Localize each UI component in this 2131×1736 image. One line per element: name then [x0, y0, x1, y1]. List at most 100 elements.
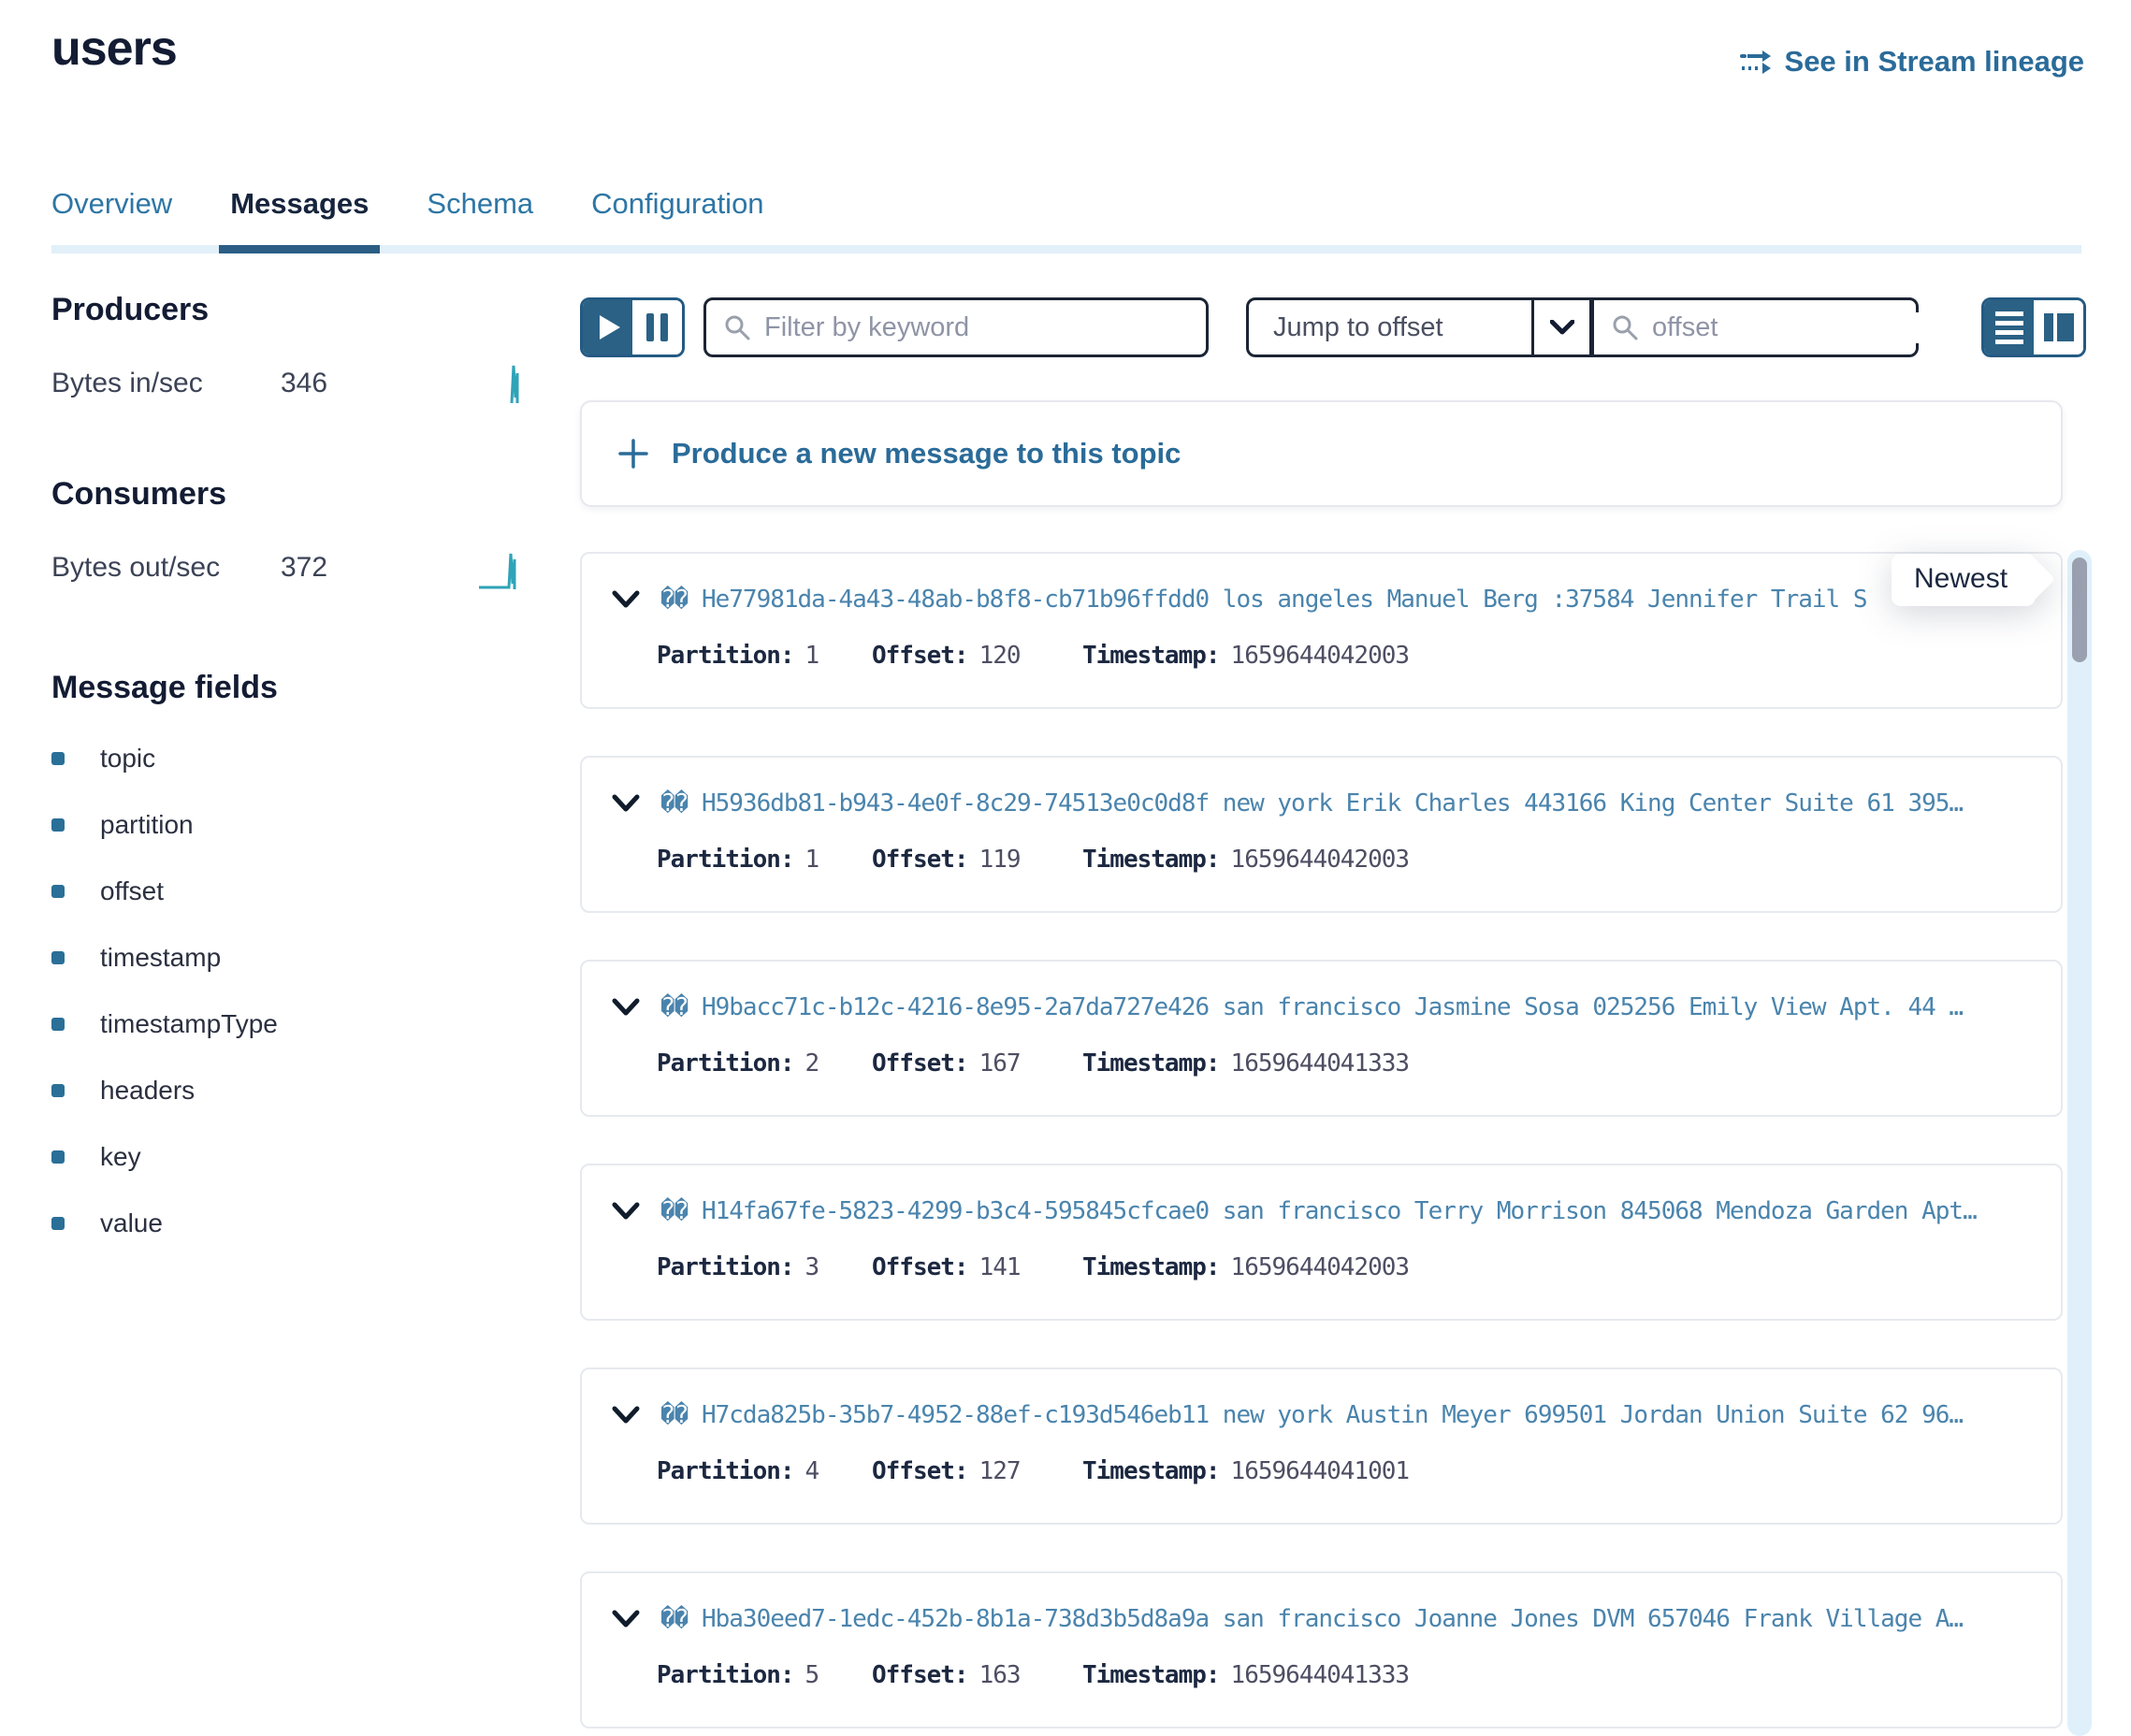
- message-key-value: �� He77981da-4a43-48ab-b8f8-cb71b96ffdd0…: [660, 586, 1867, 614]
- messages-scrollbar-track[interactable]: [2067, 550, 2092, 1736]
- field-bullet-icon: [51, 1084, 65, 1097]
- field-bullet-icon: [51, 1150, 65, 1164]
- field-label: partition: [100, 810, 194, 840]
- timestamp-label: Timestamp:: [1082, 1457, 1220, 1485]
- field-label: value: [100, 1208, 163, 1238]
- message-key-value: �� H14fa67fe-5823-4299-b3c4-595845cfcae0…: [660, 1197, 1977, 1225]
- timestamp-value: 1659644041001: [1231, 1457, 1410, 1485]
- play-icon: [600, 315, 620, 340]
- expand-chevron-icon[interactable]: [612, 1610, 640, 1628]
- message-row[interactable]: �� H14fa67fe-5823-4299-b3c4-595845cfcae0…: [580, 1164, 2063, 1321]
- consumers-sparkline: [477, 546, 522, 591]
- field-bullet-icon: [51, 818, 65, 832]
- jump-to-offset-select[interactable]: Jump to offset: [1246, 297, 1592, 357]
- chevron-down-icon: [1531, 300, 1589, 354]
- tab-schema[interactable]: Schema: [427, 187, 533, 221]
- partition-value: 1: [805, 846, 819, 874]
- tab-configuration[interactable]: Configuration: [591, 187, 763, 221]
- partition-value: 2: [805, 1049, 819, 1078]
- field-item-value[interactable]: value: [51, 1190, 547, 1256]
- message-row[interactable]: �� H7cda825b-35b7-4952-88ef-c193d546eb11…: [580, 1367, 2063, 1525]
- field-item-offset[interactable]: offset: [51, 858, 547, 924]
- timestamp-value: 1659644041333: [1231, 1049, 1410, 1078]
- expand-chevron-icon[interactable]: [612, 794, 640, 813]
- bytes-in-value: 346: [281, 368, 402, 399]
- pause-button[interactable]: [632, 300, 682, 354]
- stream-lineage-link[interactable]: See in Stream lineage: [1740, 45, 2084, 79]
- partition-label: Partition:: [657, 1457, 794, 1485]
- field-label: offset: [100, 876, 164, 906]
- message-row[interactable]: �� H5936db81-b943-4e0f-8c29-74513e0c0d8f…: [580, 756, 2063, 913]
- offset-value: 141: [979, 1253, 1021, 1281]
- field-item-headers[interactable]: headers: [51, 1057, 547, 1123]
- offset-value: 119: [979, 846, 1021, 874]
- field-item-timestamp[interactable]: timestamp: [51, 924, 547, 991]
- newest-tooltip: Newest: [1892, 554, 2036, 606]
- offset-value: 167: [979, 1049, 1021, 1078]
- expand-chevron-icon[interactable]: [612, 590, 640, 609]
- newest-tooltip-label: Newest: [1914, 563, 2008, 594]
- bytes-out-metric: Bytes out/sec 372: [51, 552, 547, 591]
- play-pause-toggle: [580, 297, 685, 357]
- partition-value: 1: [805, 642, 819, 670]
- messages-panel: Jump to offset: [580, 297, 2086, 1736]
- filter-input[interactable]: [764, 312, 1189, 343]
- timestamp-label: Timestamp:: [1082, 1049, 1220, 1078]
- offset-label: Offset:: [872, 846, 968, 874]
- field-bullet-icon: [51, 752, 65, 765]
- play-button[interactable]: [583, 300, 632, 354]
- message-row[interactable]: �� Hba30eed7-1edc-452b-8b1a-738d3b5d8a9a…: [580, 1571, 2063, 1729]
- offset-label: Offset:: [872, 1457, 968, 1485]
- offset-value: 120: [979, 642, 1021, 670]
- plus-icon: [617, 438, 649, 470]
- message-row[interactable]: �� H9bacc71c-b12c-4216-8e95-2a7da727e426…: [580, 960, 2063, 1117]
- expand-chevron-icon[interactable]: [612, 1202, 640, 1221]
- expand-chevron-icon[interactable]: [612, 1406, 640, 1425]
- bytes-in-metric: Bytes in/sec 346: [51, 368, 547, 405]
- message-key-value: �� H9bacc71c-b12c-4216-8e95-2a7da727e426…: [660, 993, 1963, 1021]
- lineage-link-label: See in Stream lineage: [1785, 45, 2084, 79]
- messages-scrollbar-thumb[interactable]: [2072, 557, 2087, 662]
- lineage-arrows-icon: [1740, 48, 1774, 76]
- search-icon: [1611, 313, 1639, 341]
- list-view-icon: [1995, 311, 2023, 344]
- timestamp-value: 1659644042003: [1231, 642, 1410, 670]
- message-fields-heading: Message fields: [51, 670, 547, 706]
- field-item-key[interactable]: key: [51, 1123, 547, 1190]
- offset-input[interactable]: [1652, 312, 2005, 343]
- field-item-timestampType[interactable]: timestampType: [51, 991, 547, 1057]
- timestamp-label: Timestamp:: [1082, 1253, 1220, 1281]
- produce-message-button[interactable]: Produce a new message to this topic: [580, 400, 2063, 507]
- offset-label: Offset:: [872, 642, 968, 670]
- tab-bar: Overview Messages Schema Configuration: [51, 187, 2081, 253]
- bytes-in-label: Bytes in/sec: [51, 368, 281, 399]
- message-key-value: �� Hba30eed7-1edc-452b-8b1a-738d3b5d8a9a…: [660, 1605, 1963, 1633]
- field-item-topic[interactable]: topic: [51, 725, 547, 791]
- partition-value: 4: [805, 1457, 819, 1485]
- search-icon: [723, 313, 751, 341]
- timestamp-label: Timestamp:: [1082, 642, 1220, 670]
- bytes-out-label: Bytes out/sec: [51, 552, 281, 584]
- split-view-button[interactable]: [2034, 300, 2083, 354]
- message-row[interactable]: �� He77981da-4a43-48ab-b8f8-cb71b96ffdd0…: [580, 552, 2063, 709]
- pause-icon: [646, 313, 668, 341]
- bytes-out-value: 372: [281, 552, 402, 584]
- topic-stats-sidebar: Producers Bytes in/sec 346 Consumers Byt…: [51, 292, 547, 1256]
- timestamp-value: 1659644041333: [1231, 1661, 1410, 1689]
- field-item-partition[interactable]: partition: [51, 791, 547, 858]
- list-view-button[interactable]: [1984, 300, 2034, 354]
- offset-label: Offset:: [872, 1253, 968, 1281]
- field-label: timestampType: [100, 1009, 278, 1039]
- message-key-value: �� H7cda825b-35b7-4952-88ef-c193d546eb11…: [660, 1401, 1963, 1429]
- tab-messages[interactable]: Messages: [230, 187, 369, 221]
- partition-value: 3: [805, 1253, 819, 1281]
- consumers-heading: Consumers: [51, 476, 547, 513]
- tab-overview[interactable]: Overview: [51, 187, 172, 221]
- timestamp-value: 1659644042003: [1231, 1253, 1410, 1281]
- produce-message-label: Produce a new message to this topic: [672, 437, 1181, 470]
- partition-label: Partition:: [657, 1661, 794, 1689]
- field-bullet-icon: [51, 1018, 65, 1031]
- field-bullet-icon: [51, 1217, 65, 1230]
- expand-chevron-icon[interactable]: [612, 998, 640, 1017]
- timestamp-label: Timestamp:: [1082, 846, 1220, 874]
